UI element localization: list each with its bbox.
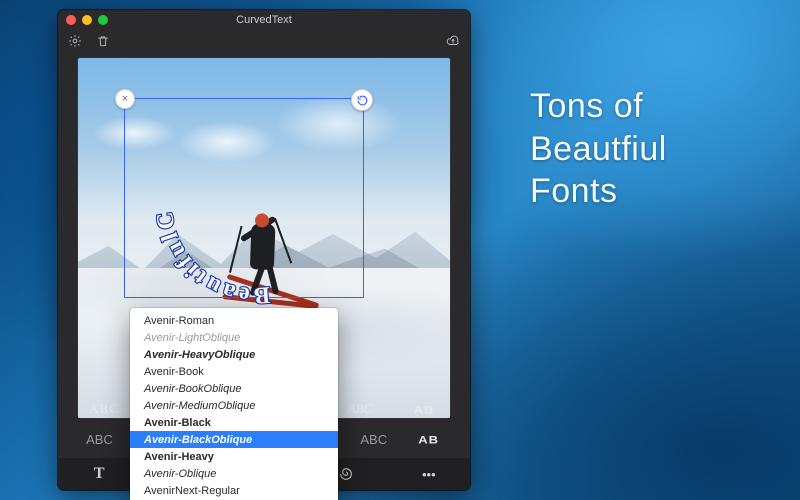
window-controls (66, 15, 108, 25)
font-menu-item[interactable]: Avenir-MediumOblique (130, 397, 338, 414)
marketing-tagline: Tons of Beautfiul Fonts (530, 85, 770, 213)
font-menu-item[interactable]: Avenir-HeavyOblique (130, 346, 338, 363)
font-menu-item[interactable]: Avenir-Book (130, 363, 338, 380)
gear-icon[interactable] (68, 34, 82, 48)
rotate-handle-icon[interactable] (351, 89, 373, 111)
minimize-window-button[interactable] (82, 15, 92, 25)
tagline-line: Beautfiul (530, 130, 667, 168)
window-title: CurvedText (58, 14, 470, 26)
tab-more[interactable]: ••• (388, 458, 470, 490)
font-menu-item[interactable]: Avenir-LightOblique (130, 329, 338, 346)
font-style-sample[interactable]: AB (401, 433, 456, 446)
titlebar: CurvedText (58, 10, 470, 30)
font-style-sample[interactable]: ABC (346, 432, 401, 447)
toolbar (58, 30, 470, 52)
tab-text-tool[interactable]: T (58, 458, 140, 490)
font-menu-item[interactable]: Avenir-Black (130, 414, 338, 431)
cloud-upload-icon[interactable] (446, 34, 460, 48)
font-menu-item[interactable]: AvenirNext-Regular (130, 482, 338, 499)
trash-icon[interactable] (96, 34, 110, 48)
font-menu-item[interactable]: Avenir-Roman (130, 312, 338, 329)
tagline-line: Fonts (530, 172, 618, 210)
swirl-icon (338, 466, 354, 482)
close-window-button[interactable] (66, 15, 76, 25)
font-menu-item[interactable]: Avenir-Oblique (130, 465, 338, 482)
tab-label: T (94, 465, 105, 483)
font-style-sample[interactable]: ABC (72, 432, 127, 447)
tagline-line: Tons of (530, 87, 643, 125)
app-window: CurvedText (58, 10, 470, 490)
font-menu-item[interactable]: Avenir-BlackOblique (130, 431, 338, 448)
more-icon: ••• (422, 467, 436, 482)
zoom-window-button[interactable] (98, 15, 108, 25)
promo-backdrop: Tons of Beautfiul Fonts CurvedText (0, 0, 800, 500)
font-style-sample[interactable]: AB (392, 403, 456, 416)
font-menu-item[interactable]: Avenir-Heavy (130, 448, 338, 465)
font-menu[interactable]: Avenir-RomanAvenir-LightObliqueAvenir-He… (130, 308, 338, 500)
font-menu-item[interactable]: Avenir-BookOblique (130, 380, 338, 397)
font-style-sample[interactable]: ABC (72, 401, 136, 417)
close-icon[interactable]: × (115, 89, 135, 109)
text-selection-box[interactable]: × (124, 98, 364, 298)
